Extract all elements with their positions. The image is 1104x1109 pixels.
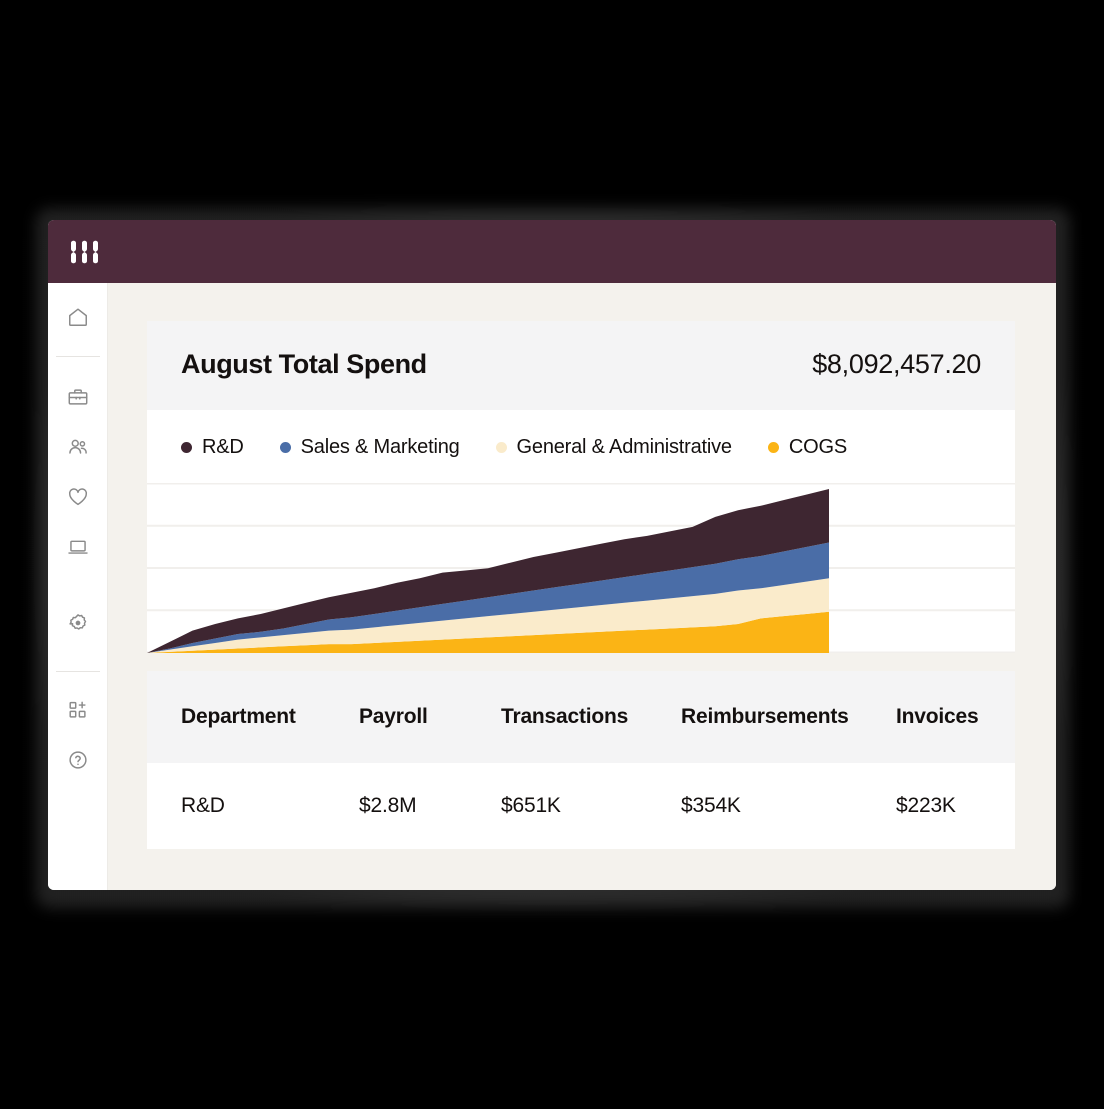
total-spend-amount: $8,092,457.20: [812, 349, 981, 379]
department-spend-table: Department Payroll Transactions Reimburseme…: [147, 671, 1015, 849]
main-content: August Total Spend $8,092,457.20 R&D Sale…: [108, 283, 1056, 890]
sidebar-item-settings[interactable]: [58, 603, 98, 643]
legend-item[interactable]: General & Administrative: [495, 436, 733, 459]
laptop-icon: [67, 540, 88, 554]
sidebar-item-perks[interactable]: [58, 477, 98, 517]
legend-label: COGS: [788, 436, 847, 458]
sidebar-item-home[interactable]: [58, 297, 98, 337]
legend-color-dot: [767, 442, 779, 453]
spend-area-chart[interactable]: [147, 483, 1015, 653]
table-cell-invoices: $223K: [896, 794, 956, 817]
table-body: R&D $2.8M $651K $354K $223K: [147, 763, 1015, 849]
sidebar-item-devices[interactable]: [58, 527, 98, 567]
ramp-logo[interactable]: [70, 239, 106, 265]
legend-color-dot: [279, 442, 291, 453]
legend-item[interactable]: R&D: [181, 436, 244, 459]
table-cell-reimbursements: $354K: [681, 794, 741, 817]
people-icon: [68, 439, 87, 454]
window-body: August Total Spend $8,092,457.20 R&D Sale…: [48, 283, 1056, 890]
table-row[interactable]: R&D $2.8M $651K $354K $223K: [147, 763, 1015, 849]
app-window: August Total Spend $8,092,457.20 R&D Sale…: [48, 220, 1056, 890]
help-icon: [68, 751, 87, 769]
heart-icon: [68, 488, 87, 506]
gear-icon: [68, 614, 86, 630]
chart-legend: R&D Sales & Marketing General & Administra…: [147, 410, 1015, 483]
spend-card-header: August Total Spend $8,092,457.20: [147, 321, 1015, 410]
legend-color-dot: [495, 442, 507, 453]
table-cell-transactions: $651K: [501, 794, 561, 817]
table-column-header[interactable]: Transactions: [501, 705, 681, 729]
legend-label: General & Administrative: [516, 436, 733, 458]
top-brand-bar: [48, 220, 1056, 283]
table-column-header[interactable]: Payroll: [359, 705, 501, 729]
legend-item[interactable]: COGS: [767, 436, 847, 459]
spend-card: August Total Spend $8,092,457.20 R&D Sale…: [147, 321, 1015, 653]
legend-label: R&D: [202, 436, 244, 458]
legend-color-dot: [181, 442, 192, 453]
briefcase-icon: [68, 389, 87, 405]
home-icon: [68, 308, 87, 326]
table-header-row: Department Payroll Transactions Reimburseme…: [147, 671, 1015, 763]
table-cell-department: R&D: [181, 794, 225, 817]
page-root: August Total Spend $8,092,457.20 R&D Sale…: [0, 0, 1104, 1109]
legend-item[interactable]: Sales & Marketing: [279, 436, 460, 459]
sidebar-item-help[interactable]: [58, 740, 98, 780]
table-column-header[interactable]: Invoices: [896, 705, 981, 729]
sidebar-item-business[interactable]: [58, 377, 98, 417]
legend-label: Sales & Marketing: [300, 436, 460, 458]
table-cell-payroll: $2.8M: [359, 794, 417, 817]
sidebar-item-add-app[interactable]: [58, 690, 98, 730]
sidebar-divider-bottom: [55, 671, 100, 672]
page-title: August Total Spend: [181, 349, 427, 379]
sidebar-divider-top: [55, 356, 100, 357]
add-widget-icon: [68, 701, 86, 718]
table-column-header[interactable]: Reimbursements: [681, 705, 896, 729]
table-column-header[interactable]: Department: [181, 705, 359, 729]
stacked-area-chart-svg: [147, 483, 1015, 653]
sidebar-item-people[interactable]: [58, 427, 98, 467]
sidebar: [48, 283, 108, 890]
